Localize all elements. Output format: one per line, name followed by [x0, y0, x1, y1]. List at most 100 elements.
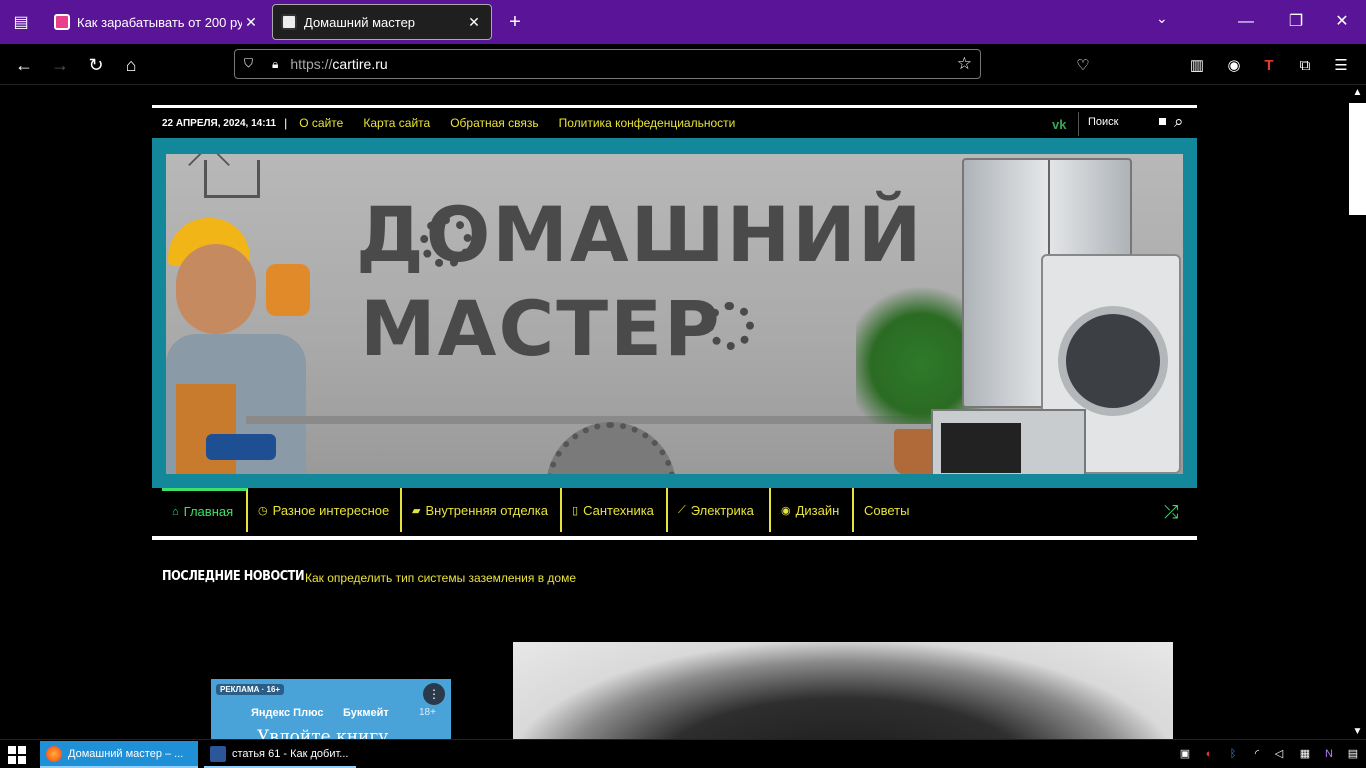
date-separator: |	[284, 116, 288, 130]
back-button[interactable]: ←	[11, 52, 37, 78]
menu-item-home[interactable]: ⌂ Главная	[162, 488, 248, 532]
eye-icon: ◉	[781, 504, 791, 517]
ad-brand-bookmate: Букмейт	[343, 707, 389, 719]
menu-divider	[152, 536, 1197, 540]
tab-close-icon[interactable]: ✕	[465, 14, 483, 31]
search-square-icon	[1159, 118, 1166, 125]
tab-earn[interactable]: Как зарабатывать от 200 рублей ✕	[46, 4, 268, 40]
close-window-button[interactable]: ✕	[1318, 0, 1366, 44]
address-bar[interactable]: ⛉ 🔒︎ https://cartire.ru ☆	[234, 49, 981, 79]
menu-item-interior[interactable]: ▰ Внутренняя отделка	[402, 488, 562, 532]
tab-overview-icon[interactable]: ▤	[0, 0, 42, 44]
extensions-icon[interactable]: ⧉	[1295, 56, 1315, 76]
lock-icon[interactable]: 🔒︎	[272, 57, 278, 72]
header-banner[interactable]: ДОМАШНИЙ МАСТЕР	[152, 140, 1197, 488]
file-icon: ▯	[572, 504, 579, 517]
taskbar-word[interactable]: статья 61 - Как добит...	[204, 741, 356, 768]
account-icon[interactable]: ◉	[1224, 56, 1244, 76]
menu-item-design[interactable]: ◉ Дизайн	[771, 488, 854, 532]
tracking-protection-shield-icon[interactable]: ⛉	[244, 56, 260, 72]
main-menu: ⌂ Главная ◷ Разное интересное ▰ Внутренн…	[152, 488, 1197, 536]
tray-app-icon[interactable]: ▣	[1176, 745, 1194, 763]
link-sitemap[interactable]: Карта сайта	[363, 116, 430, 130]
windows-taskbar: Домашний мастер – ... статья 61 - Как до…	[0, 739, 1366, 768]
microwave	[931, 409, 1086, 474]
menu-item-misc[interactable]: ◷ Разное интересное	[248, 488, 402, 532]
extension-t-icon[interactable]: T	[1259, 56, 1279, 76]
ad-brand-yandex-plus: Яндекс Плюс	[251, 707, 324, 719]
briefcase-icon: ▰	[412, 504, 421, 517]
menu-item-electrics[interactable]: ⟋ Электрика	[668, 488, 771, 532]
home-button[interactable]: ⌂	[118, 52, 144, 78]
page-scrollbar[interactable]: ▲ ▼	[1349, 85, 1366, 739]
bookmark-star-icon[interactable]: ☆	[957, 54, 972, 74]
ad-headline: Увлойте книгу	[257, 727, 389, 739]
tab-close-icon[interactable]: ✕	[242, 14, 260, 31]
ad-banner[interactable]: РЕКЛАМА · 16+ ⋮ Яндекс Плюс Букмейт 18+ …	[211, 679, 451, 739]
pocket-icon[interactable]: ♡	[1073, 56, 1093, 76]
menu-label: Дизайн	[795, 502, 840, 518]
tray-opera-icon[interactable]: ◐	[1200, 745, 1218, 763]
gear-check-icon	[420, 216, 472, 268]
tab-favicon-icon	[281, 14, 297, 30]
taskbar-item-label: статья 61 - Как добит...	[232, 747, 349, 760]
menu-item-tips[interactable]: Советы	[854, 488, 924, 532]
reload-button[interactable]: ↻	[83, 52, 109, 78]
windows-start-icon[interactable]	[8, 746, 26, 764]
firefox-icon	[46, 745, 62, 762]
search-icon[interactable]: ⌕	[1174, 112, 1184, 132]
notifications-icon[interactable]: ▤	[1344, 745, 1362, 763]
reader-view-icon[interactable]: ▥	[1187, 56, 1207, 76]
minimize-button[interactable]: —	[1222, 0, 1270, 44]
taskbar-firefox[interactable]: Домашний мастер – ...	[40, 741, 198, 768]
forward-button[interactable]: →	[47, 52, 73, 78]
url-text[interactable]: https://cartire.ru	[290, 56, 387, 72]
ad-more-icon[interactable]: ⋮	[423, 683, 445, 705]
link-privacy-policy[interactable]: Политика конфеденциальности	[559, 116, 736, 130]
microwave-window	[941, 423, 1021, 473]
tray-winamp-icon[interactable]: ▦	[1296, 745, 1314, 763]
vk-icon[interactable]: vk	[1052, 117, 1066, 132]
worker-face	[176, 244, 256, 334]
ad-label: РЕКЛАМА · 16+	[216, 684, 285, 695]
menu-label: Главная	[183, 504, 234, 519]
banner-image: ДОМАШНИЙ МАСТЕР	[166, 154, 1183, 474]
clock-icon: ◷	[258, 504, 268, 517]
wifi-icon[interactable]: ◜	[1248, 745, 1266, 763]
tab-favicon-icon	[54, 14, 70, 30]
article-image[interactable]	[513, 642, 1173, 739]
tab-title: Домашний мастер	[304, 14, 416, 30]
shuffle-icon[interactable]: ⤮	[1164, 502, 1178, 523]
ad-age-rating: 18+	[419, 707, 436, 718]
latest-news-label: ПОСЛЕДНИЕ НОВОСТИ	[162, 569, 305, 584]
scroll-up-icon[interactable]: ▲	[1349, 87, 1366, 98]
scroll-thumb[interactable]	[1349, 103, 1366, 215]
tray-notion-icon[interactable]: N	[1320, 745, 1338, 763]
home-icon: ⌂	[172, 505, 179, 518]
menu-item-plumbing[interactable]: ▯ Сантехника	[562, 488, 668, 532]
drill-icon	[206, 434, 276, 460]
new-tab-button[interactable]: +	[502, 8, 528, 36]
page-viewport: 22 АПРЕЛЯ, 2024, 14:11 | О сайте Карта с…	[0, 85, 1349, 739]
menu-label: Электрика	[690, 502, 754, 518]
latest-news-link[interactable]: Как определить тип системы заземления в …	[305, 571, 576, 585]
menu-label: Разное интересное	[272, 502, 390, 518]
link-about[interactable]: О сайте	[299, 116, 343, 130]
link-feedback[interactable]: Обратная связь	[450, 116, 538, 130]
scroll-down-icon[interactable]: ▼	[1349, 726, 1366, 737]
browser-navigation-bar: ← → ↻ ⌂ ⛉ 🔒︎ https://cartire.ru ☆ ♡ ▥ ◉ …	[0, 44, 1366, 85]
word-icon	[210, 745, 226, 762]
search-input[interactable]: Поиск	[1088, 116, 1118, 128]
tab-domashniy-master[interactable]: Домашний мастер ✕	[272, 4, 492, 40]
current-date: 22 АПРЕЛЯ, 2024, 14:11	[162, 117, 277, 129]
restore-button[interactable]: ❐	[1272, 0, 1320, 44]
browser-tab-strip: ▤ Как зарабатывать от 200 рублей ✕ Домаш…	[0, 0, 1366, 44]
menu-label: Советы	[864, 502, 910, 518]
menu-icon[interactable]: ☰	[1331, 56, 1351, 76]
volume-icon[interactable]: ◁	[1270, 745, 1288, 763]
site-top-bar: 22 АПРЕЛЯ, 2024, 14:11 | О сайте Карта с…	[152, 108, 1197, 138]
search-divider	[1078, 112, 1079, 136]
list-tabs-icon[interactable]: ⌄	[1156, 10, 1168, 27]
bluetooth-icon[interactable]: ᛒ	[1224, 745, 1242, 763]
url-scheme: https://	[290, 56, 333, 72]
